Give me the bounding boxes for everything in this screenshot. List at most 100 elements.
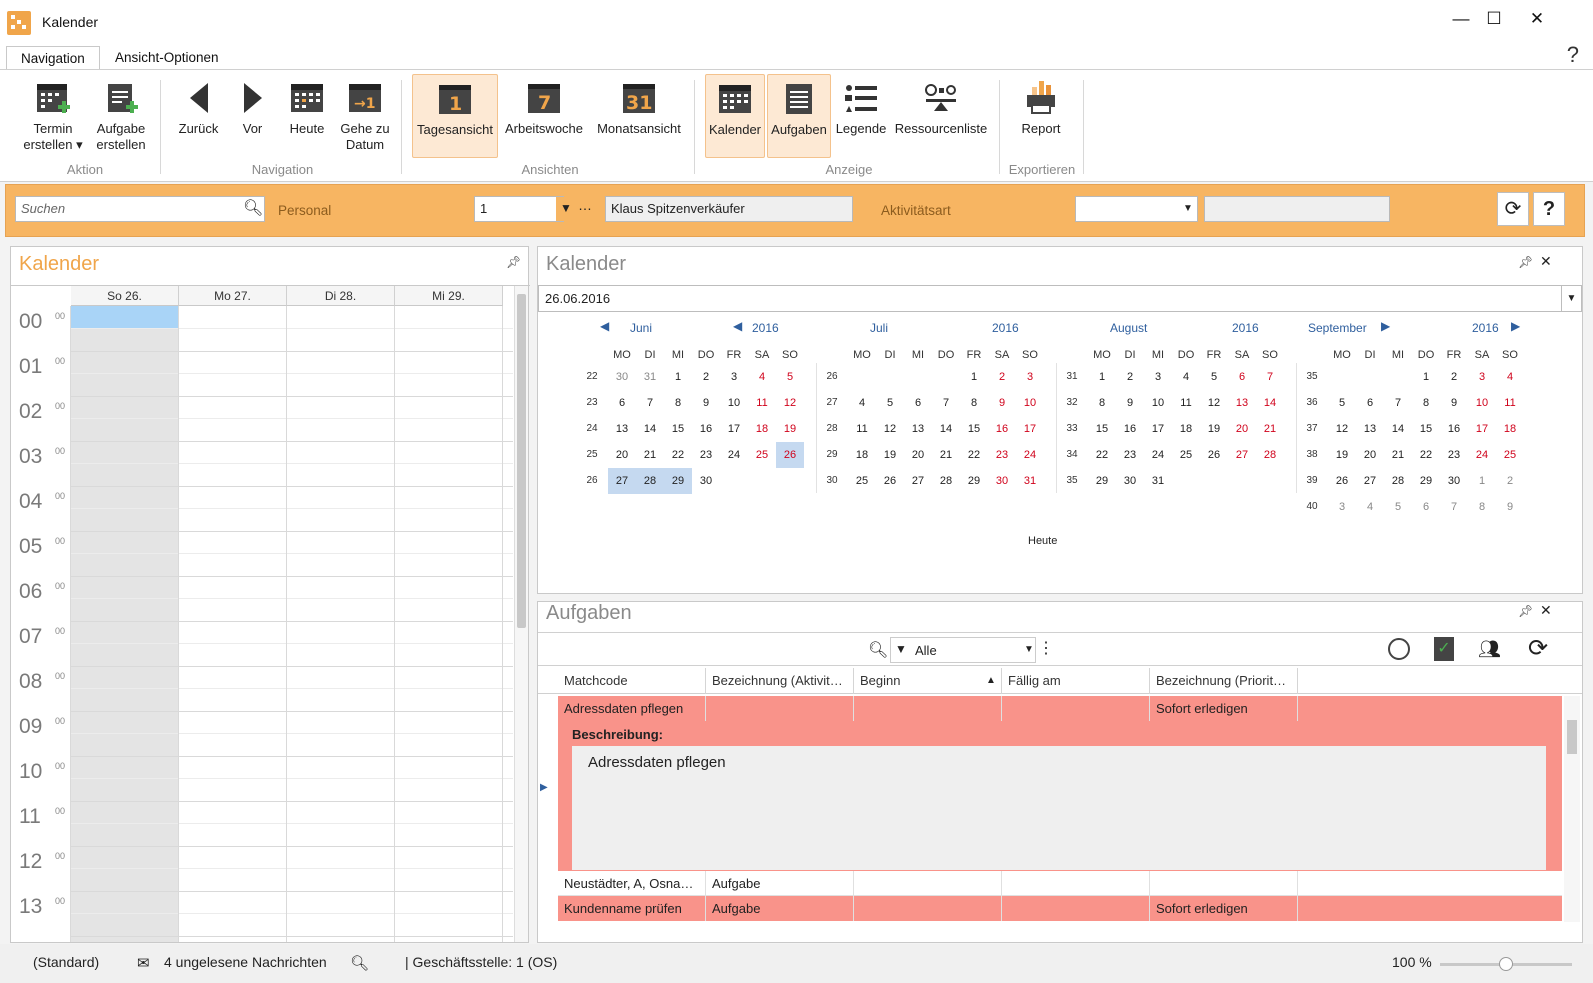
calendar-day[interactable]: 2 (988, 364, 1016, 390)
task-done-icon[interactable]: ✓ (1434, 637, 1454, 661)
heute-link[interactable]: Heute (1028, 535, 1057, 547)
filter-funnel-icon[interactable]: ▼ (556, 197, 576, 221)
minimize-button[interactable]: — (1446, 6, 1476, 32)
zurueck-button[interactable]: Zurück (171, 74, 226, 154)
personal-id-field[interactable]: 1 (474, 196, 564, 222)
col-bezeichnung-aktivitaet[interactable]: Bezeichnung (Aktivit… (706, 668, 854, 694)
tab-ansicht-optionen[interactable]: Ansicht-Optionen (101, 46, 233, 70)
calendar-day[interactable]: 3 (1144, 364, 1172, 390)
calendar-day[interactable]: 18 (848, 442, 876, 468)
search-icon[interactable]: 🔍︎ (350, 954, 369, 972)
search-icon[interactable]: 🔍︎ (868, 640, 888, 660)
maximize-button[interactable]: ☐ (1479, 6, 1509, 32)
help-button[interactable]: ? (1567, 42, 1579, 68)
calendar-day[interactable]: 17 (1016, 416, 1044, 442)
calendar-day[interactable]: 10 (1144, 390, 1172, 416)
calendar-day[interactable]: 27 (608, 468, 636, 494)
calendar-day[interactable]: 3 (1016, 364, 1044, 390)
calendar-day[interactable]: 12 (1200, 390, 1228, 416)
calendar-day[interactable]: 10 (1016, 390, 1044, 416)
calendar-day[interactable]: 21 (1256, 416, 1284, 442)
calendar-day[interactable]: 25 (1172, 442, 1200, 468)
calendar-day[interactable]: 22 (960, 442, 988, 468)
next-month-arrow[interactable]: ▶ (1381, 319, 1390, 333)
vertical-scrollbar[interactable] (514, 286, 528, 942)
calendar-day[interactable]: 15 (1412, 416, 1440, 442)
calendar-day[interactable]: 16 (692, 416, 720, 442)
calendar-day[interactable]: 14 (636, 416, 664, 442)
zoom-slider-thumb[interactable] (1499, 957, 1513, 971)
calendar-day[interactable]: 8 (1468, 494, 1496, 520)
calendar-day[interactable]: 20 (1356, 442, 1384, 468)
calendar-day[interactable]: 27 (1356, 468, 1384, 494)
calendar-day[interactable]: 12 (776, 390, 804, 416)
calendar-day[interactable]: 4 (848, 390, 876, 416)
calendar-day[interactable]: 4 (1496, 364, 1524, 390)
calendar-day[interactable]: 13 (1228, 390, 1256, 416)
calendar-day[interactable]: 30 (988, 468, 1016, 494)
calendar-day[interactable]: 1 (1088, 364, 1116, 390)
users-icon[interactable]: 👥︎ (1478, 637, 1501, 661)
calendar-day[interactable]: 11 (848, 416, 876, 442)
table-row[interactable]: Neustädter, A, Osna… Aufgabe (558, 871, 1562, 896)
vor-button[interactable]: Vor (230, 74, 275, 154)
calendar-day[interactable]: 19 (876, 442, 904, 468)
filter-help-button[interactable]: ? (1533, 192, 1565, 226)
chevron-down-icon[interactable]: ▼ (1021, 637, 1037, 663)
chevron-down-icon[interactable]: ▼ (1561, 286, 1581, 311)
calendar-day[interactable]: 16 (988, 416, 1016, 442)
calendar-day[interactable]: 24 (1016, 442, 1044, 468)
calendar-day[interactable]: 19 (776, 416, 804, 442)
calendar-day[interactable]: 11 (1172, 390, 1200, 416)
report-button[interactable]: Report (1010, 74, 1072, 154)
date-combobox[interactable]: 26.06.2016 ▼ (538, 285, 1582, 312)
termin-erstellen-button[interactable]: Termin erstellen ▾ (18, 74, 88, 154)
calendar-day[interactable]: 12 (1328, 416, 1356, 442)
day-header[interactable]: So 26. (71, 286, 179, 306)
refresh-icon[interactable]: ⟳ (1528, 634, 1548, 663)
calendar-day[interactable]: 5 (1200, 364, 1228, 390)
calendar-day[interactable]: 19 (1200, 416, 1228, 442)
calendar-day[interactable]: 30 (692, 468, 720, 494)
pin-icon[interactable]: 📌︎ (506, 255, 521, 269)
pin-icon[interactable]: 📌︎ (1518, 255, 1533, 269)
calendar-day[interactable]: 3 (720, 364, 748, 390)
calendar-day[interactable]: 24 (720, 442, 748, 468)
calendar-day[interactable]: 19 (1328, 442, 1356, 468)
calendar-day[interactable]: 22 (1088, 442, 1116, 468)
monatsansicht-button[interactable]: 31 Monatsansicht (591, 74, 687, 154)
calendar-day[interactable]: 16 (1440, 416, 1468, 442)
prev-year-arrow[interactable]: ◀ (733, 319, 742, 333)
calendar-day[interactable]: 6 (1356, 390, 1384, 416)
task-filter-select[interactable]: ▼ Alle (890, 637, 1036, 663)
col-faellig-am[interactable]: Fällig am (1002, 668, 1150, 694)
calendar-day[interactable]: 5 (776, 364, 804, 390)
pin-icon[interactable]: 📌︎ (1518, 604, 1533, 618)
close-panel-button[interactable]: ✕ (1540, 602, 1552, 619)
gehe-zu-datum-button[interactable]: →1 Gehe zu Datum (335, 74, 395, 154)
calendar-day[interactable]: 28 (932, 468, 960, 494)
calendar-day[interactable]: 7 (1440, 494, 1468, 520)
scrollbar-thumb[interactable] (517, 294, 526, 628)
calendar-day[interactable]: 9 (1440, 390, 1468, 416)
calendar-day[interactable]: 14 (932, 416, 960, 442)
calendar-day[interactable]: 25 (848, 468, 876, 494)
calendar-day[interactable]: 23 (1116, 442, 1144, 468)
calendar-day[interactable]: 6 (1228, 364, 1256, 390)
calendar-day[interactable]: 11 (748, 390, 776, 416)
calendar-day[interactable]: 23 (988, 442, 1016, 468)
calendar-day[interactable]: 2 (1440, 364, 1468, 390)
calendar-day[interactable]: 9 (1116, 390, 1144, 416)
calendar-day[interactable]: 31 (636, 364, 664, 390)
calendar-day[interactable]: 2 (1496, 468, 1524, 494)
calendar-day[interactable]: 20 (904, 442, 932, 468)
day-header[interactable]: Mi 29. (395, 286, 503, 306)
row-expand-icon[interactable]: ▶ (540, 782, 548, 793)
aufgaben-toggle-button[interactable]: Aufgaben (767, 74, 831, 158)
calendar-day[interactable]: 29 (960, 468, 988, 494)
calendar-day[interactable]: 17 (1468, 416, 1496, 442)
description-box[interactable]: Adressdaten pflegen (572, 746, 1546, 870)
calendar-day[interactable]: 1 (1412, 364, 1440, 390)
next-year-arrow[interactable]: ▶ (1511, 319, 1520, 333)
calendar-day[interactable]: 26 (876, 468, 904, 494)
